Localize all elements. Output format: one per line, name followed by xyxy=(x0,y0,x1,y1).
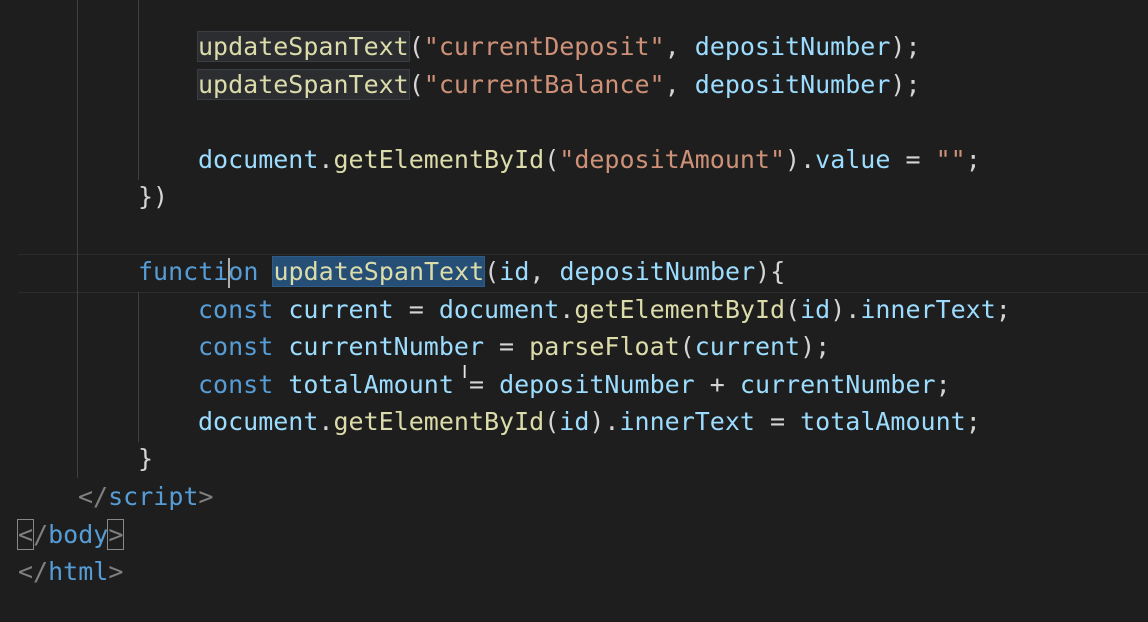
code-token: ( xyxy=(408,32,424,61)
code-editor[interactable]: updateSpanText("currentDeposit", deposit… xyxy=(0,0,1148,622)
code-token: innerText xyxy=(619,407,755,436)
code-line[interactable]: updateSpanText("currentBalance", deposit… xyxy=(197,66,921,104)
code-token: depositNumber xyxy=(694,32,891,61)
code-token: id xyxy=(499,257,530,286)
code-token: </ xyxy=(78,482,109,511)
code-token: , xyxy=(664,70,695,99)
code-line[interactable]: function updateSpanText(id, depositNumbe… xyxy=(138,253,785,291)
code-token: const xyxy=(198,370,274,399)
code-token: ). xyxy=(785,145,816,174)
code-token: ); xyxy=(890,32,921,61)
code-token: parseFloat xyxy=(529,332,680,361)
code-token: totalAmount xyxy=(288,370,454,399)
code-token: ; xyxy=(935,370,951,399)
code-line[interactable]: document.getElementById("depositAmount")… xyxy=(198,141,981,179)
mouse-ibeam-icon: I xyxy=(462,362,468,383)
code-token: script xyxy=(108,482,199,511)
code-token: getElementById xyxy=(333,407,545,436)
code-line[interactable]: const current = document.getElementById(… xyxy=(198,291,1011,329)
code-line[interactable]: </html> xyxy=(18,553,123,591)
code-token: < xyxy=(16,519,35,550)
code-token: updateSpanText xyxy=(197,69,410,100)
code-token: } xyxy=(138,444,154,473)
code-token: = xyxy=(393,295,439,324)
code-line[interactable]: } xyxy=(138,440,153,478)
code-token: const xyxy=(198,295,274,324)
code-token: totalAmount xyxy=(800,407,966,436)
code-token: html xyxy=(48,557,109,586)
code-token: / xyxy=(33,520,49,549)
code-token: "currentBalance" xyxy=(423,70,665,99)
code-line[interactable]: }) xyxy=(138,178,168,216)
code-token: = xyxy=(484,332,530,361)
code-token: current xyxy=(288,295,394,324)
code-token: ( xyxy=(544,407,560,436)
code-token: ( xyxy=(679,332,695,361)
code-token: </ xyxy=(18,557,49,586)
code-token: updateSpanText xyxy=(197,31,410,62)
code-token: = xyxy=(453,370,500,399)
code-token: depositNumber xyxy=(559,257,756,286)
code-token: id xyxy=(559,407,590,436)
code-token: const xyxy=(198,332,274,361)
code-token: ( xyxy=(408,70,424,99)
code-token: getElementById xyxy=(574,295,786,324)
text-cursor xyxy=(228,258,230,288)
code-token: depositNumber xyxy=(499,370,695,399)
code-token: > xyxy=(108,557,124,586)
code-token: > xyxy=(107,519,125,550)
code-token: body xyxy=(48,520,109,549)
code-token: "currentDeposit" xyxy=(423,32,665,61)
code-token: . xyxy=(318,145,334,174)
indent-guide xyxy=(138,0,139,180)
indent-guide xyxy=(138,292,139,442)
code-token: ( xyxy=(785,295,801,324)
code-token: ); xyxy=(890,70,921,99)
code-line[interactable]: const totalAmount = depositNumber + curr… xyxy=(198,366,951,404)
code-token: updateSpanText xyxy=(272,256,486,287)
code-token: , xyxy=(529,257,560,286)
code-token: document xyxy=(198,145,319,174)
code-token: "" xyxy=(935,145,966,174)
code-line[interactable]: updateSpanText("currentDeposit", deposit… xyxy=(197,28,921,66)
code-token: function xyxy=(138,257,259,286)
code-token: "depositAmount" xyxy=(559,145,786,174)
code-token: document xyxy=(198,407,319,436)
code-token: innerText xyxy=(860,295,996,324)
code-token: }) xyxy=(138,182,169,211)
code-token: ). xyxy=(589,407,620,436)
code-token: ); xyxy=(800,332,831,361)
code-token: document xyxy=(438,295,560,324)
code-token: , xyxy=(664,32,695,61)
indent-guide xyxy=(77,0,78,478)
code-token: = xyxy=(890,145,936,174)
code-token: ( xyxy=(544,145,560,174)
code-line[interactable]: </script> xyxy=(78,478,213,516)
code-token: = xyxy=(754,407,801,436)
code-token: getElementById xyxy=(333,145,545,174)
code-token: . xyxy=(318,407,334,436)
code-token: depositNumber xyxy=(694,70,891,99)
code-line[interactable]: const currentNumber = parseFloat(current… xyxy=(198,328,830,366)
code-token: currentNumber xyxy=(739,370,936,399)
code-token: ). xyxy=(830,295,861,324)
code-token: + xyxy=(694,370,740,399)
code-token: current xyxy=(694,332,801,361)
code-token: currentNumber xyxy=(288,332,484,361)
code-token: ; xyxy=(965,407,981,436)
code-line[interactable]: document.getElementById(id).innerText = … xyxy=(198,403,981,441)
code-token: ( xyxy=(484,257,500,286)
code-token: > xyxy=(198,482,214,511)
code-line[interactable]: </body> xyxy=(16,516,125,554)
code-token: ; xyxy=(965,145,981,174)
code-token: ){ xyxy=(755,257,786,286)
code-token: id xyxy=(800,295,831,324)
code-token: . xyxy=(559,295,575,324)
code-token: value xyxy=(815,145,891,174)
code-token: ; xyxy=(995,295,1011,324)
